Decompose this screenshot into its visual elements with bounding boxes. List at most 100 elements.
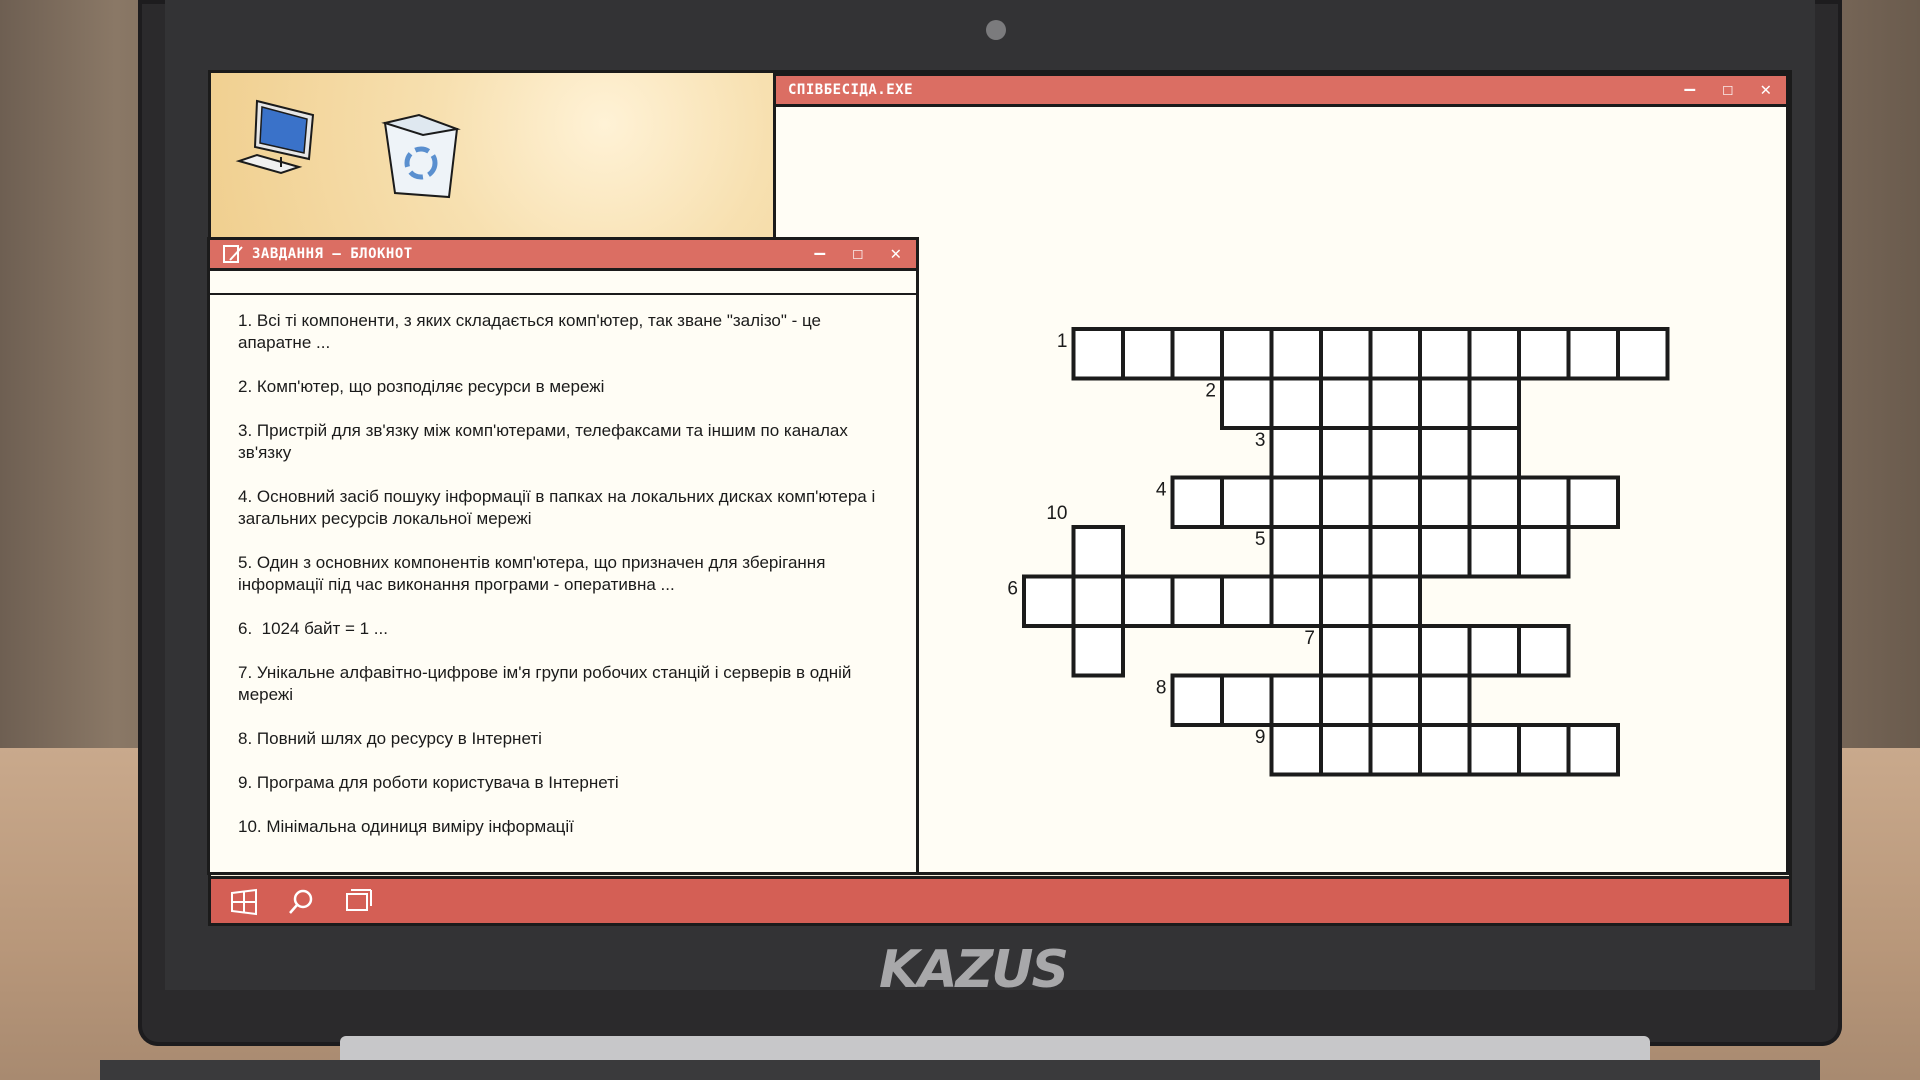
crossword-cell[interactable] bbox=[1269, 574, 1323, 628]
crossword-cell[interactable] bbox=[1319, 574, 1373, 628]
crossword-cell[interactable] bbox=[1517, 525, 1571, 579]
search-icon[interactable] bbox=[286, 887, 316, 917]
crossword-cell[interactable] bbox=[1220, 574, 1274, 628]
crossword-cell[interactable] bbox=[1269, 376, 1323, 430]
crossword-cell[interactable] bbox=[1517, 624, 1571, 678]
crossword-cell[interactable] bbox=[1418, 426, 1472, 480]
notepad-icon bbox=[222, 244, 244, 274]
crossword-number-1: 1 bbox=[1057, 331, 1068, 352]
crossword-cell[interactable] bbox=[1269, 475, 1323, 529]
crossword-cell[interactable] bbox=[1418, 624, 1472, 678]
crossword-cell[interactable] bbox=[1467, 426, 1521, 480]
crossword-cell[interactable] bbox=[1170, 574, 1224, 628]
crossword-cell[interactable] bbox=[1368, 525, 1422, 579]
crossword-cell[interactable] bbox=[1517, 475, 1571, 529]
crossword-cell[interactable] bbox=[1220, 376, 1274, 430]
main-window-titlebar: СПІВБЕСІДА.EXE — ☐ ✕ bbox=[776, 76, 1786, 107]
crossword-cell[interactable] bbox=[1220, 327, 1274, 381]
brand-logo: KAZUS bbox=[879, 940, 1069, 1000]
clue-10: 10. Мінімальна одиниця виміру інформації bbox=[238, 817, 574, 836]
crossword-cell[interactable] bbox=[1566, 475, 1620, 529]
crossword-cell[interactable] bbox=[1517, 723, 1571, 777]
crossword-cell[interactable] bbox=[1418, 475, 1472, 529]
main-window: СПІВБЕСІДА.EXE — ☐ ✕ 1 2 3 4 5 6 7 8 9 10 bbox=[773, 73, 1789, 875]
crossword-cell[interactable] bbox=[1566, 327, 1620, 381]
crossword-cell[interactable] bbox=[1319, 426, 1373, 480]
crossword-cell[interactable] bbox=[1121, 574, 1175, 628]
crossword-cell[interactable] bbox=[1319, 624, 1373, 678]
crossword-cell[interactable] bbox=[1071, 327, 1125, 381]
clue-5: 5. Один з основних компонентів комп'ютер… bbox=[238, 553, 831, 594]
crossword-cell[interactable] bbox=[1517, 327, 1571, 381]
crossword-cell[interactable] bbox=[1319, 327, 1373, 381]
crossword-cell[interactable] bbox=[1269, 525, 1323, 579]
clue-7: 7. Унікальне алфавітно-цифрове ім'я груп… bbox=[238, 663, 857, 704]
main-window-title: СПІВБЕСІДА.EXE bbox=[788, 82, 914, 98]
crossword-cell[interactable] bbox=[1418, 723, 1472, 777]
crossword-number-2: 2 bbox=[1205, 381, 1216, 402]
crossword-cell[interactable] bbox=[1319, 376, 1373, 430]
crossword-cell[interactable] bbox=[1368, 574, 1422, 628]
crossword-cell[interactable] bbox=[1616, 327, 1670, 381]
clue-9: 9. Програма для роботи користувача в Інт… bbox=[238, 773, 619, 792]
computer-icon[interactable] bbox=[233, 95, 329, 185]
crossword-cell[interactable] bbox=[1368, 376, 1422, 430]
crossword-cell[interactable] bbox=[1170, 673, 1224, 727]
crossword-cell[interactable] bbox=[1319, 723, 1373, 777]
crossword-cell[interactable] bbox=[1220, 673, 1274, 727]
crossword-cell[interactable] bbox=[1467, 327, 1521, 381]
crossword-cell[interactable] bbox=[1368, 723, 1422, 777]
taskbar bbox=[211, 876, 1789, 923]
crossword-cell[interactable] bbox=[1467, 624, 1521, 678]
task-view-icon[interactable] bbox=[343, 887, 373, 917]
crossword-cell[interactable] bbox=[1269, 673, 1323, 727]
laptop-base bbox=[100, 1060, 1820, 1080]
crossword-cell[interactable] bbox=[1269, 426, 1323, 480]
crossword-cell[interactable] bbox=[1022, 574, 1076, 628]
crossword-cell[interactable] bbox=[1319, 475, 1373, 529]
crossword-cell[interactable] bbox=[1368, 426, 1422, 480]
crossword-cell[interactable] bbox=[1319, 673, 1373, 727]
crossword-cell[interactable] bbox=[1368, 624, 1422, 678]
minimize-button[interactable]: — bbox=[1676, 78, 1704, 102]
clue-2: 2. Комп'ютер, що розподіляє ресурси в ме… bbox=[238, 377, 605, 396]
crossword-cell[interactable] bbox=[1566, 723, 1620, 777]
crossword-number-3: 3 bbox=[1255, 430, 1266, 451]
crossword-cell[interactable] bbox=[1170, 475, 1224, 529]
crossword-cell[interactable] bbox=[1368, 475, 1422, 529]
crossword-cell[interactable] bbox=[1467, 723, 1521, 777]
close-button[interactable]: ✕ bbox=[1752, 78, 1780, 102]
notepad-minimize-button[interactable]: — bbox=[806, 242, 834, 266]
notepad-close-button[interactable]: ✕ bbox=[882, 242, 910, 266]
crossword-cell[interactable] bbox=[1368, 673, 1422, 727]
crossword-cell[interactable] bbox=[1467, 525, 1521, 579]
crossword-cell[interactable] bbox=[1071, 624, 1125, 678]
notepad-window: ЗАВДАННЯ – БЛОКНОТ — ☐ ✕ 1. Всі ті компо… bbox=[207, 237, 919, 875]
crossword-cell[interactable] bbox=[1368, 327, 1422, 381]
crossword-cell[interactable] bbox=[1269, 723, 1323, 777]
notepad-text-area[interactable]: 1. Всі ті компоненти, з яких складається… bbox=[238, 310, 878, 860]
crossword-cell[interactable] bbox=[1071, 525, 1125, 579]
webcam-icon bbox=[986, 20, 1006, 40]
clue-4: 4. Основний засіб пошуку інформації в па… bbox=[238, 487, 880, 528]
crossword-cell[interactable] bbox=[1418, 376, 1472, 430]
crossword-cell[interactable] bbox=[1418, 327, 1472, 381]
crossword-cell[interactable] bbox=[1269, 327, 1323, 381]
notepad-maximize-button[interactable]: ☐ bbox=[844, 242, 872, 266]
crossword-cell[interactable] bbox=[1467, 475, 1521, 529]
crossword-number-6: 6 bbox=[1007, 579, 1018, 600]
crossword-cell[interactable] bbox=[1319, 525, 1373, 579]
clue-6: 6. 1024 байт = 1 ... bbox=[238, 619, 388, 638]
maximize-button[interactable]: ☐ bbox=[1714, 78, 1742, 102]
crossword-cell[interactable] bbox=[1071, 574, 1125, 628]
crossword-number-9: 9 bbox=[1255, 727, 1266, 748]
crossword-cell[interactable] bbox=[1121, 327, 1175, 381]
crossword-cell[interactable] bbox=[1418, 525, 1472, 579]
recycle-bin-icon[interactable] bbox=[379, 113, 463, 203]
windows-start-icon[interactable] bbox=[229, 887, 259, 917]
clue-8: 8. Повний шлях до ресурсу в Інтернеті bbox=[238, 729, 542, 748]
crossword-cell[interactable] bbox=[1170, 327, 1224, 381]
crossword-cell[interactable] bbox=[1220, 475, 1274, 529]
crossword-cell[interactable] bbox=[1418, 673, 1472, 727]
crossword-cell[interactable] bbox=[1467, 376, 1521, 430]
